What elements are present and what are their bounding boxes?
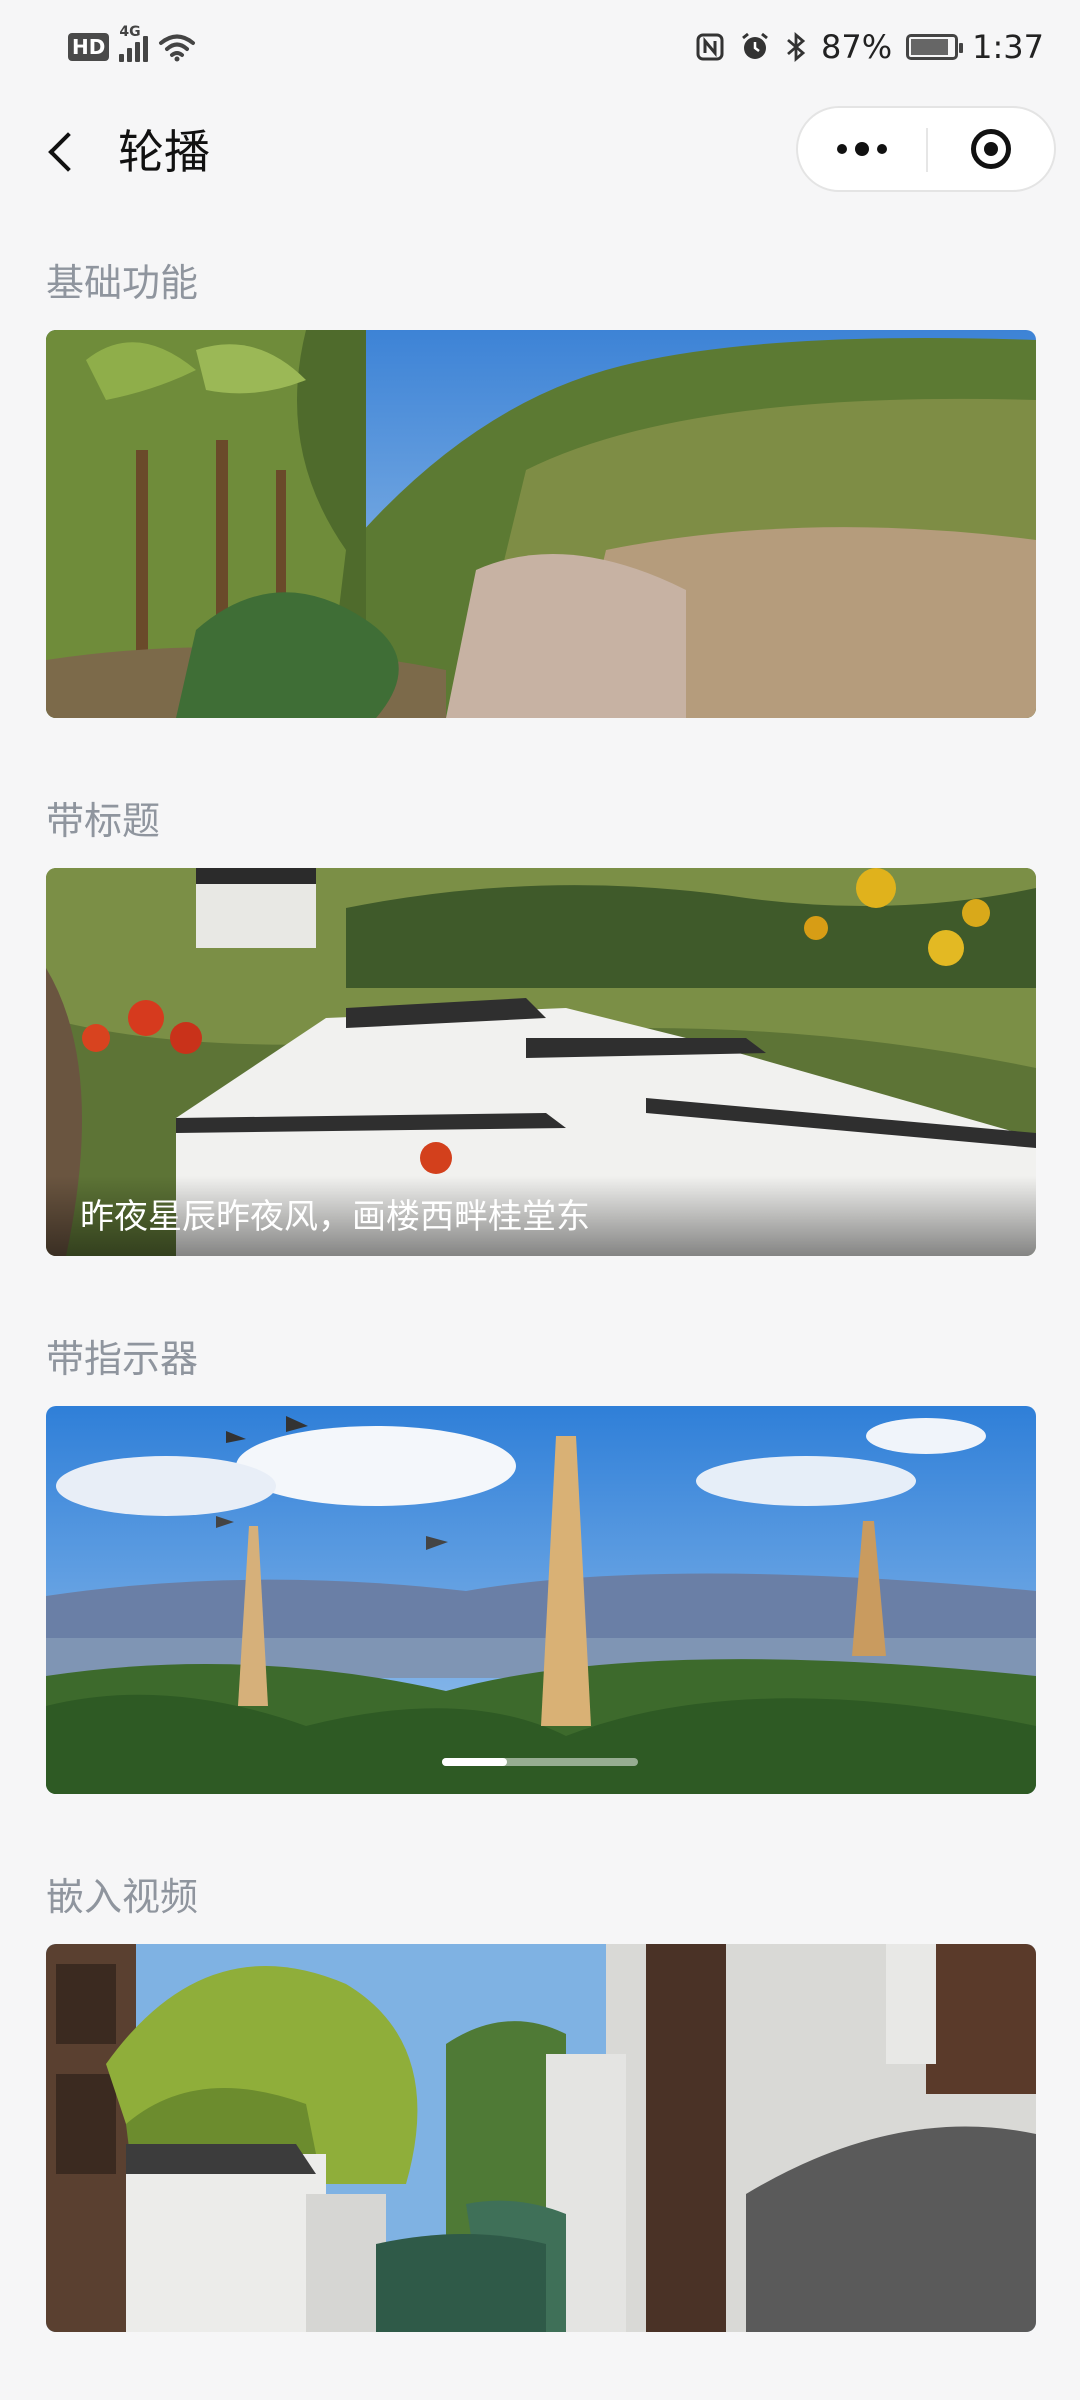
more-menu-button[interactable] [798,108,926,190]
back-arrow-icon[interactable] [40,120,100,180]
page-title: 轮播 [118,125,210,179]
mini-program-capsule [796,106,1056,192]
swiper-embedded-video[interactable] [46,1944,1036,2332]
section-title-embedded-video: 嵌入视频 [46,1875,199,1919]
mountain-landscape-image [46,330,1036,718]
status-right: 87% 1:37 [695,28,1044,66]
nfc-icon [696,33,724,61]
swiper-indicator [442,1758,638,1766]
target-close-icon [971,129,1011,169]
slide-caption: 昨夜星辰昨夜风，画楼西畔桂堂东 [80,1197,590,1237]
three-pagodas-image [46,1406,1036,1794]
water-town-image [46,1944,1036,2332]
clock-time: 1:37 [972,28,1044,66]
bluetooth-icon [787,31,806,63]
swiper-basic[interactable] [46,330,1036,718]
battery-percent: 87% [821,28,893,66]
swiper-with-indicator[interactable] [46,1406,1036,1794]
battery-icon [906,34,964,60]
section-title-with-caption: 带标题 [46,799,161,843]
status-bar: HD 4G 87% 1:37 [0,0,1080,100]
swiper-with-caption[interactable]: 昨夜星辰昨夜风，画楼西畔桂堂东 [46,868,1036,1256]
cell-signal-icon: 4G [119,24,149,62]
network-type-label: 4G [119,24,141,40]
hd-badge: HD [68,33,110,61]
alarm-icon [742,32,768,59]
wifi-icon [159,34,196,62]
indicator-active-segment [442,1758,507,1766]
caption-overlay: 昨夜星辰昨夜风，画楼西畔桂堂东 [46,1176,1036,1256]
status-left: HD 4G [68,24,196,62]
section-title-basic: 基础功能 [46,261,199,305]
section-title-with-indicator: 带指示器 [46,1337,199,1381]
close-button[interactable] [928,108,1054,190]
